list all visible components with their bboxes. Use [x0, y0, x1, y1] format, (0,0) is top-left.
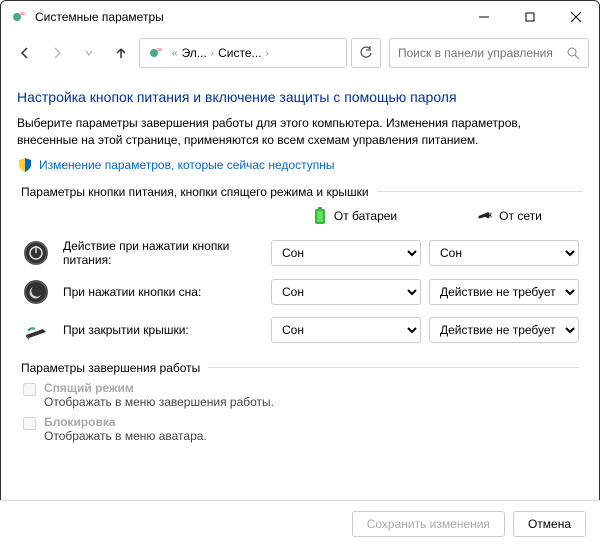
link-text: Изменение параметров, которые сейчас нед…	[39, 158, 335, 172]
content-area: Настройка кнопок питания и включение защ…	[1, 73, 599, 501]
lock-option: Блокировка Отображать в меню аватара.	[23, 415, 583, 443]
chevron-right-icon: ›	[262, 48, 273, 59]
lid-battery-select[interactable]: Сон	[271, 317, 421, 343]
row-label: При нажатии кнопки сна:	[63, 285, 263, 299]
navbar: « Эл... › Систе... ›	[1, 33, 599, 73]
power-button-icon	[23, 240, 49, 266]
power-button-row: Действие при нажатии кнопки питания: Сон…	[17, 233, 587, 273]
sleep-button-row: При нажатии кнопки сна: Сон Действие не …	[17, 273, 587, 311]
sleep-battery-select[interactable]: Сон	[271, 279, 421, 305]
column-headers: От батареи От сети	[277, 199, 587, 233]
lid-ac-select[interactable]: Действие не требуется	[429, 317, 579, 343]
titlebar: Системные параметры	[1, 1, 599, 33]
option-desc: Отображать в меню завершения работы.	[44, 395, 274, 409]
page-description: Выберите параметры завершения работы для…	[17, 115, 583, 149]
option-title: Спящий режим	[44, 381, 274, 395]
ac-column: От сети	[432, 207, 587, 225]
sleep-button-icon	[23, 279, 49, 305]
minimize-button[interactable]	[461, 1, 507, 33]
shutdown-settings-group: Параметры завершения работы Спящий режим…	[17, 361, 583, 447]
group-legend: Параметры завершения работы	[17, 361, 583, 375]
chevron-icon: «	[168, 48, 182, 59]
forward-button[interactable]	[43, 39, 71, 67]
power-battery-select[interactable]: Сон	[271, 240, 421, 266]
option-desc: Отображать в меню аватара.	[44, 429, 207, 443]
sleep-checkbox	[23, 383, 36, 396]
plug-icon	[477, 207, 493, 225]
lid-close-row: При закрытии крышки: Сон Действие не тре…	[17, 311, 587, 349]
search-input[interactable]	[398, 46, 566, 60]
maximize-button[interactable]	[507, 1, 553, 33]
up-button[interactable]	[107, 39, 135, 67]
search-icon	[566, 46, 580, 60]
close-button[interactable]	[553, 1, 599, 33]
battery-column: От батареи	[277, 207, 432, 225]
recent-button[interactable]	[75, 39, 103, 67]
group-legend: Параметры кнопки питания, кнопки спящего…	[17, 185, 587, 199]
breadcrumb-item[interactable]: Эл...	[182, 46, 207, 60]
lid-icon	[23, 317, 49, 343]
option-title: Блокировка	[44, 415, 207, 429]
battery-icon	[312, 207, 328, 225]
power-ac-select[interactable]: Сон	[429, 240, 579, 266]
sleep-option: Спящий режим Отображать в меню завершени…	[23, 381, 583, 409]
row-label: Действие при нажатии кнопки питания:	[63, 239, 263, 267]
window-title: Системные параметры	[35, 10, 461, 24]
shield-icon	[17, 157, 33, 173]
breadcrumb-icon	[148, 45, 164, 61]
search-box[interactable]	[389, 38, 589, 68]
app-icon	[11, 9, 27, 25]
save-button: Сохранить изменения	[352, 511, 505, 537]
chevron-right-icon: ›	[207, 48, 218, 59]
page-heading: Настройка кнопок питания и включение защ…	[17, 89, 583, 105]
refresh-button[interactable]	[351, 38, 381, 68]
breadcrumb-item[interactable]: Систе...	[218, 46, 261, 60]
back-button[interactable]	[11, 39, 39, 67]
breadcrumb[interactable]: « Эл... › Систе... ›	[139, 38, 347, 68]
footer: Сохранить изменения Отмена	[0, 500, 600, 546]
change-unavailable-link[interactable]: Изменение параметров, которые сейчас нед…	[17, 157, 583, 173]
button-settings-group: Параметры кнопки питания, кнопки спящего…	[17, 185, 587, 349]
row-label: При закрытии крышки:	[63, 323, 263, 337]
cancel-button[interactable]: Отмена	[513, 511, 586, 537]
lock-checkbox	[23, 417, 36, 430]
sleep-ac-select[interactable]: Действие не требуется	[429, 279, 579, 305]
